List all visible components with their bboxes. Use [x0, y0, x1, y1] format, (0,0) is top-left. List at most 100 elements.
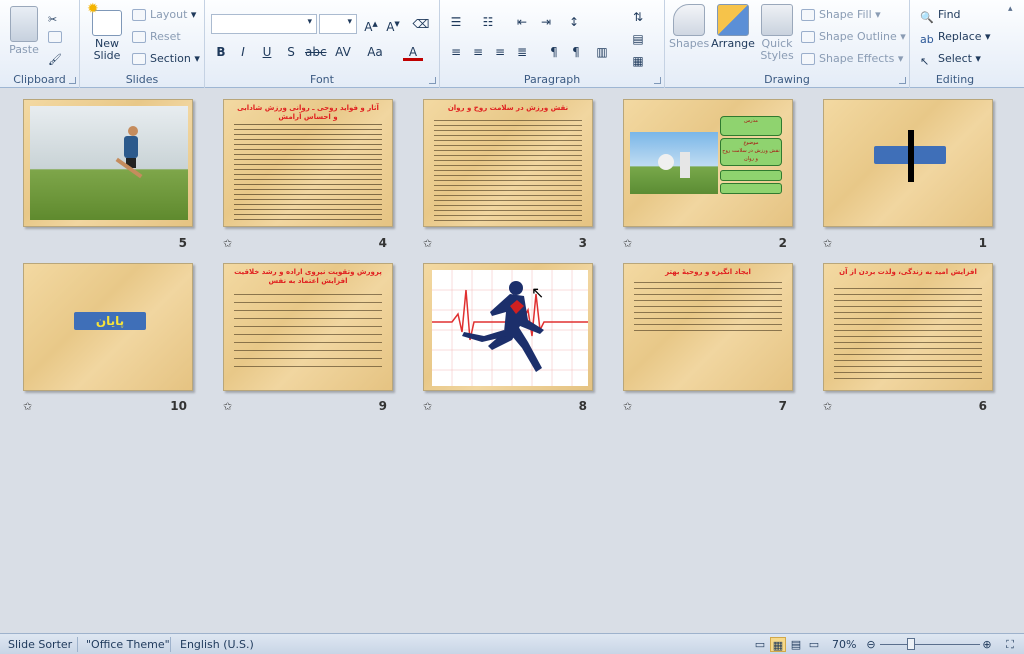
new-slide-icon: ✹ — [87, 2, 122, 36]
rtl-icon[interactable]: ¶ — [544, 43, 564, 61]
slide-sorter-pane: 1 ✩ مدرس موضوع نقش ورزش در سلامت روح و رو… — [0, 89, 1024, 633]
shape-outline-button[interactable]: Shape Outline ▾ — [801, 28, 906, 46]
font-size-dropdown[interactable]: ▾ — [319, 14, 357, 34]
clear-formatting-icon[interactable]: ⌫ — [411, 15, 431, 33]
shadow-button[interactable]: S — [281, 43, 301, 61]
cut-button[interactable]: ✂ — [48, 8, 66, 26]
smartart-icon[interactable]: ▦ — [628, 52, 648, 70]
ribbon: Paste ✂ 🖌 Clipboard ✹ New Slide Layout ▾… — [0, 0, 1024, 88]
zoom-slider[interactable] — [880, 644, 980, 645]
numbering-icon[interactable]: ☷ — [478, 13, 498, 31]
align-right-icon[interactable]: ≡ — [490, 43, 510, 61]
slide-thumbnail-1[interactable] — [823, 99, 993, 227]
columns-icon[interactable]: ▥ — [592, 43, 612, 61]
slide-thumbnail-3[interactable]: نقش ورزش در سلامت روح و روان — [423, 99, 593, 227]
reset-icon — [132, 31, 146, 43]
transition-star-icon[interactable]: ✩ — [223, 237, 232, 250]
bullets-icon[interactable]: ☰ — [446, 13, 466, 31]
format-painter-button[interactable]: 🖌 — [48, 48, 66, 66]
line-spacing-icon[interactable]: ↕ — [564, 13, 584, 31]
copy-button[interactable] — [48, 28, 66, 46]
slide2-box-topic: موضوع نقش ورزش در سلامت روح و روان — [720, 138, 782, 166]
slide-thumbnail-7[interactable]: ایجاد انگیزه و روحیۀ بهتر — [623, 263, 793, 391]
shape-fill-button[interactable]: Shape Fill ▾ — [801, 6, 881, 24]
increase-indent-icon[interactable]: ⇥ — [536, 13, 556, 31]
text-direction-icon[interactable]: ⇅ — [628, 8, 648, 26]
clipboard-launcher[interactable] — [69, 77, 76, 84]
find-button[interactable]: 🔍 Find — [920, 6, 961, 24]
slide-body-text — [834, 288, 982, 384]
slide-thumbnail-6[interactable]: افزایش امید به زندگی، ولذت بردن از آن — [823, 263, 993, 391]
slide-thumbnail-10[interactable]: پایان — [23, 263, 193, 391]
bold-button[interactable]: B — [211, 43, 231, 61]
normal-view-icon[interactable]: ▭ — [752, 637, 768, 652]
slide2-box-teacher: مدرس — [720, 116, 782, 136]
select-button[interactable]: ↖ Select ▾ — [920, 50, 981, 68]
arrange-button[interactable]: Arrange — [711, 4, 755, 50]
arrange-icon — [717, 4, 749, 36]
layout-button[interactable]: Layout ▾ — [132, 6, 196, 24]
transition-star-icon[interactable]: ✩ — [223, 400, 232, 413]
char-spacing-button[interactable]: AV — [333, 43, 353, 61]
slide-thumbnail-8[interactable] — [423, 263, 593, 391]
italic-button[interactable]: I — [233, 43, 253, 61]
new-slide-button[interactable]: ✹ New Slide — [86, 2, 128, 62]
slide2-box-3 — [720, 170, 782, 181]
zoom-slider-thumb[interactable] — [907, 638, 915, 650]
theme-status[interactable]: "Office Theme" — [86, 637, 170, 652]
change-case-button[interactable]: Aa — [365, 43, 385, 61]
strikethrough-button[interactable]: abc — [305, 43, 327, 61]
reset-button[interactable]: Reset — [132, 28, 181, 46]
slide-title: آثار و فواید روحی ـ روانی ورزش شادابی و … — [237, 104, 379, 121]
reset-label: Reset — [150, 30, 181, 43]
replace-button[interactable]: ab Replace ▾ — [920, 28, 991, 46]
ltr-icon[interactable]: ¶ — [566, 43, 586, 61]
section-button[interactable]: Section ▾ — [132, 50, 200, 68]
align-left-icon[interactable]: ≡ — [446, 43, 466, 61]
transition-star-icon[interactable]: ✩ — [423, 400, 432, 413]
paragraph-launcher[interactable] — [654, 77, 661, 84]
font-launcher[interactable] — [429, 77, 436, 84]
underline-button[interactable]: U — [257, 43, 277, 61]
collapse-ribbon-icon[interactable]: ▴ — [1008, 4, 1018, 14]
copy-icon — [48, 31, 62, 43]
clipboard-group-label: Clipboard — [13, 73, 66, 86]
quick-styles-button[interactable]: Quick Styles — [757, 4, 797, 62]
slide-sorter-view-icon[interactable]: ▦ — [770, 637, 786, 652]
paste-button[interactable]: Paste — [4, 4, 44, 56]
shapes-button[interactable]: Shapes — [669, 4, 709, 50]
zoom-level[interactable]: 70% — [832, 637, 856, 652]
slide-thumbnail-9[interactable]: پرورش وتقویت نیروی اراده و رشد خلاقیت اف… — [223, 263, 393, 391]
effects-icon — [801, 53, 815, 65]
slideshow-view-icon[interactable]: ▭ — [806, 637, 822, 652]
font-group: ▾ ▾ A▲ A▼ ⌫ B I U S abc AV Aa A Font — [205, 0, 440, 88]
transition-star-icon[interactable]: ✩ — [823, 400, 832, 413]
zoom-in-icon[interactable]: ⊕ — [980, 637, 994, 652]
font-name-dropdown[interactable]: ▾ — [211, 14, 317, 34]
shape-effects-button[interactable]: Shape Effects ▾ — [801, 50, 903, 68]
shapes-label: Shapes — [669, 37, 710, 50]
transition-star-icon[interactable]: ✩ — [23, 400, 32, 413]
slide-number: 9 — [378, 399, 387, 413]
shrink-font-button[interactable]: A▼ — [383, 15, 403, 34]
slide-thumbnail-4[interactable]: آثار و فواید روحی ـ روانی ورزش شادابی و … — [223, 99, 393, 227]
align-text-icon[interactable]: ▤ — [628, 30, 648, 48]
reading-view-icon[interactable]: ▤ — [788, 637, 804, 652]
transition-star-icon[interactable]: ✩ — [823, 237, 832, 250]
transition-star-icon[interactable]: ✩ — [623, 237, 632, 250]
slide-thumbnail-2[interactable]: مدرس موضوع نقش ورزش در سلامت روح و روان — [623, 99, 793, 227]
transition-star-icon[interactable]: ✩ — [423, 237, 432, 250]
fit-to-window-icon[interactable]: ⛶ — [1002, 637, 1018, 652]
drawing-group-label: Drawing — [764, 73, 810, 86]
align-center-icon[interactable]: ≡ — [468, 43, 488, 61]
zoom-out-icon[interactable]: ⊖ — [864, 637, 878, 652]
slide-thumbnail-5[interactable] — [23, 99, 193, 227]
drawing-launcher[interactable] — [899, 77, 906, 84]
decrease-indent-icon[interactable]: ⇤ — [512, 13, 532, 31]
mouse-cursor-icon: ↖ — [531, 283, 545, 302]
transition-star-icon[interactable]: ✩ — [623, 400, 632, 413]
grow-font-button[interactable]: A▲ — [361, 15, 381, 34]
language-status[interactable]: English (U.S.) — [180, 637, 254, 652]
justify-icon[interactable]: ≣ — [512, 43, 532, 61]
font-color-button[interactable]: A — [403, 43, 423, 61]
